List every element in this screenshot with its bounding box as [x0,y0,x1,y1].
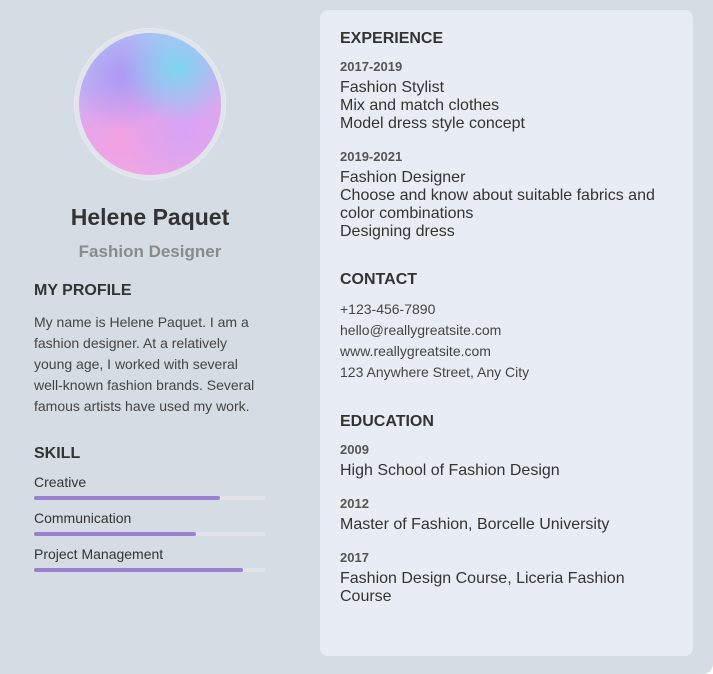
contact-address: 123 Anywhere Street, Any City [340,364,530,380]
experience-years: 2017-2019 [340,59,403,74]
skill-fill [34,496,220,500]
skill-item: Creative [34,474,266,500]
avatar [75,29,225,179]
experience-detail: Choose and know about suitable fabrics a… [340,187,655,222]
my-profile-heading: MY PROFILE [34,282,132,299]
contact-heading: CONTACT [340,271,418,288]
skill-fill [34,532,197,536]
skill-fill [34,568,243,572]
education-school: High School of Fashion Design [340,462,560,479]
education-heading: EDUCATION [340,413,434,430]
education-school: Fashion Design Course, Liceria Fashion C… [340,570,625,605]
education-year: 2012 [340,496,369,511]
skill-track [34,496,266,500]
education-school: Master of Fashion, Borcelle University [340,516,610,533]
right-panel: EXPERIENCE 2017-2019 Fashion Stylist Mix… [320,10,693,656]
skill-label: Creative [34,474,87,490]
experience-position: Fashion Designer [340,169,466,186]
education-year: 2017 [340,550,369,565]
skill-track [34,568,266,572]
experience-position: Fashion Stylist [340,79,445,96]
experience-detail: Model dress style concept [340,115,525,132]
experience-heading: EXPERIENCE [340,30,444,47]
skill-track [34,532,266,536]
person-name: Helene Paquet [70,204,230,230]
experience-detail: Mix and match clothes [340,97,500,114]
education-year: 2009 [340,442,369,457]
skill-item: Project Management [34,546,266,572]
experience-years: 2019-2021 [340,149,403,164]
left-column: Helene Paquet Fashion Designer MY PROFIL… [0,0,305,674]
experience-detail: Designing dress [340,223,455,240]
skill-label: Communication [34,510,132,526]
contact-phone: +123-456-7890 [340,301,436,317]
profile-text: My name is Helene Paquet. I am a fashion… [34,314,255,414]
contact-website: www.reallygreatsite.com [340,343,491,359]
skill-heading: SKILL [34,445,81,462]
person-role: Fashion Designer [78,242,222,261]
resume-page: Helene Paquet Fashion Designer MY PROFIL… [0,0,713,674]
skill-label: Project Management [34,546,164,562]
skill-item: Communication [34,510,266,536]
contact-email: hello@reallygreatsite.com [340,322,502,338]
